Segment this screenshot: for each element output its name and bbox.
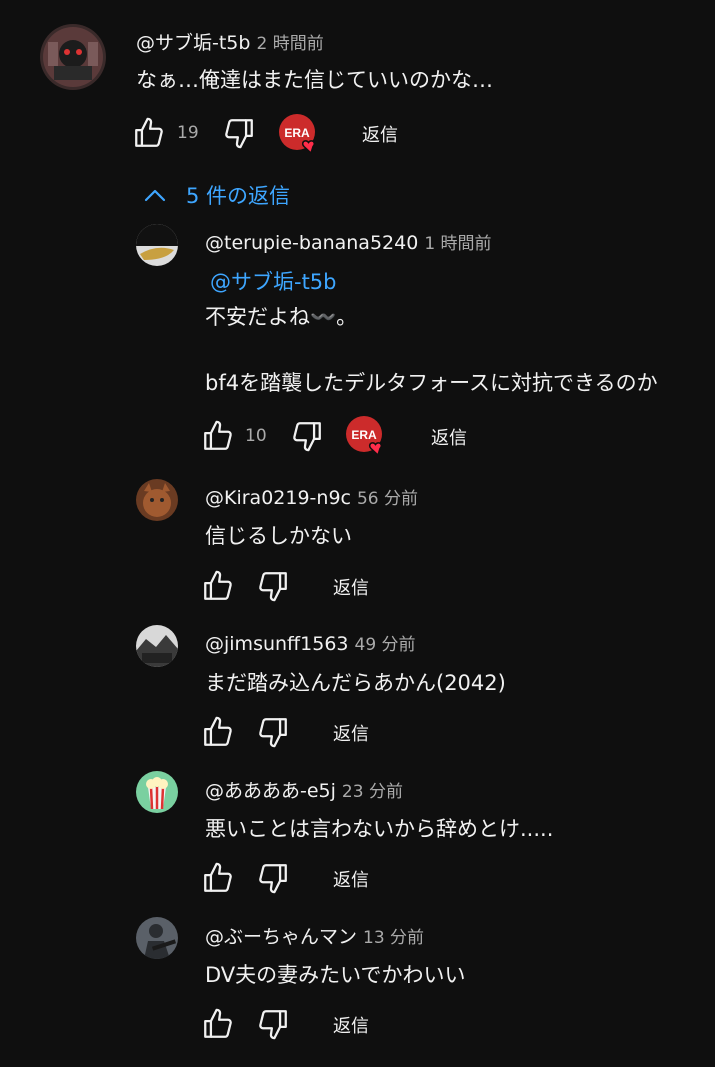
avatar[interactable] xyxy=(136,479,178,521)
comment-text: 悪いことは言わないから辞めとけ..... xyxy=(205,817,554,841)
heart-icon xyxy=(301,140,316,155)
comment-time[interactable]: 13 分前 xyxy=(363,928,424,948)
like-count: 19 xyxy=(177,123,199,143)
thumb-up-icon[interactable] xyxy=(201,569,235,603)
thumb-down-icon[interactable] xyxy=(256,569,290,603)
reply-button[interactable]: 返信 xyxy=(333,866,369,892)
chevron-up-icon xyxy=(144,188,166,202)
comment-time[interactable]: 2 時間前 xyxy=(256,34,323,54)
comment-author[interactable]: @Kira0219-n9c xyxy=(205,487,351,509)
reply-button[interactable]: 返信 xyxy=(431,424,467,450)
heart-icon xyxy=(368,442,383,457)
comment-time[interactable]: 23 分前 xyxy=(342,782,403,802)
comment-text-line: bf4を踏襲したデルタフォースに対抗できるのか xyxy=(205,371,658,395)
replies-toggle-label: 5 件の返信 xyxy=(186,184,291,208)
comment-author[interactable]: @jimsunff1563 xyxy=(205,633,349,655)
creator-heart-badge: ERA xyxy=(345,415,383,457)
reply-button[interactable]: 返信 xyxy=(333,1012,369,1038)
svg-text:ERA: ERA xyxy=(351,428,377,442)
comment-header: @サブ垢-t5b 2 時間前 xyxy=(136,28,324,55)
thumb-up-icon[interactable] xyxy=(201,1007,235,1041)
comment-author[interactable]: @ああああ-e5j xyxy=(205,780,336,802)
avatar[interactable] xyxy=(136,625,178,667)
avatar[interactable] xyxy=(136,771,178,813)
thumb-up-icon[interactable] xyxy=(132,116,166,150)
reply-button[interactable]: 返信 xyxy=(333,574,369,600)
thumb-down-icon[interactable] xyxy=(222,116,256,150)
avatar[interactable] xyxy=(136,224,178,266)
comment-time[interactable]: 49 分前 xyxy=(355,635,416,655)
comment-text: DV夫の妻みたいでかわいい xyxy=(205,963,466,987)
thumb-down-icon[interactable] xyxy=(256,1007,290,1041)
comment-author[interactable]: @ぶーちゃんマン xyxy=(205,926,357,948)
comment-header: @ああああ-e5j 23 分前 xyxy=(205,776,403,803)
comment-author[interactable]: @terupie-banana5240 xyxy=(205,232,418,254)
thumb-down-icon[interactable] xyxy=(290,419,324,453)
reply-button[interactable]: 返信 xyxy=(362,121,398,147)
creator-heart-badge: ERA xyxy=(278,113,316,155)
like-count: 10 xyxy=(245,426,267,446)
comment-header: @terupie-banana5240 1 時間前 xyxy=(205,229,492,254)
replies-toggle[interactable]: 5 件の返信 xyxy=(144,180,290,210)
thumb-down-icon[interactable] xyxy=(256,715,290,749)
comment-header: @jimsunff1563 49 分前 xyxy=(205,630,416,655)
comment-text: なぁ…俺達はまた信じていいのかな… xyxy=(136,68,493,92)
thumb-up-icon[interactable] xyxy=(201,715,235,749)
thumb-up-icon[interactable] xyxy=(201,861,235,895)
comment-author[interactable]: @サブ垢-t5b xyxy=(136,32,250,54)
avatar[interactable] xyxy=(136,917,178,959)
reply-button[interactable]: 返信 xyxy=(333,720,369,746)
comment-text: まだ踏み込んだらあかん(2042) xyxy=(205,671,506,695)
svg-text:ERA: ERA xyxy=(284,126,310,140)
comment-header: @Kira0219-n9c 56 分前 xyxy=(205,484,418,509)
thumb-down-icon[interactable] xyxy=(256,861,290,895)
comment-text-line: 不安だよね〰️。 xyxy=(205,305,358,329)
comment-header: @ぶーちゃんマン 13 分前 xyxy=(205,922,424,949)
avatar[interactable] xyxy=(40,24,106,90)
comment-time[interactable]: 1 時間前 xyxy=(424,234,491,254)
mention-link[interactable]: @サブ垢-t5b xyxy=(210,266,337,296)
comment-time[interactable]: 56 分前 xyxy=(357,489,418,509)
comment-text: 信じるしかない xyxy=(205,524,352,548)
thumb-up-icon[interactable] xyxy=(201,419,235,453)
